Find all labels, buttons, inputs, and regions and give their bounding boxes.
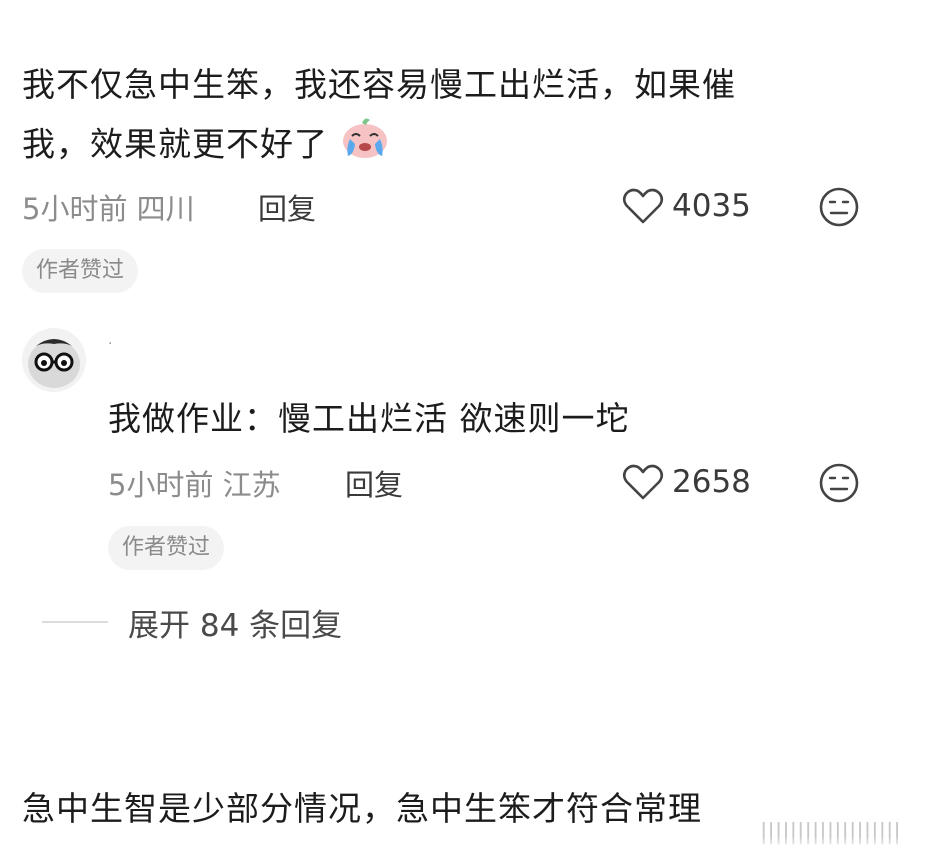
username[interactable]: · bbox=[108, 336, 112, 352]
neutral-face-icon bbox=[818, 463, 860, 508]
reply-text: 我做作业：慢工出烂活 欲速则一坨 bbox=[108, 399, 630, 438]
author-liked-badge: 作者赞过 bbox=[108, 526, 225, 570]
comment-text: 我不仅急中生笨，我还容易慢工出烂活，如果催 我，效果就更不好了 bbox=[22, 56, 902, 178]
comment-meta: 5小时前 四川 bbox=[22, 186, 195, 228]
author-liked-badge: 作者赞过 bbox=[22, 249, 139, 293]
comment-time: 5小时前 bbox=[22, 192, 128, 226]
like-count: 2658 bbox=[672, 464, 751, 500]
dislike-button[interactable] bbox=[818, 186, 860, 232]
comment-text-line-2-text: 我，效果就更不好了 bbox=[22, 124, 328, 164]
bottom-fade bbox=[0, 836, 930, 858]
heart-icon bbox=[622, 186, 664, 226]
comment-location: 四川 bbox=[136, 192, 195, 226]
reply-button[interactable]: 回复 bbox=[258, 186, 316, 228]
reply-meta: 5小时前 江苏 bbox=[108, 462, 281, 504]
reply-location: 江苏 bbox=[222, 468, 281, 502]
comment-text-line-2: 我，效果就更不好了 bbox=[22, 114, 902, 178]
crying-face-emoji-icon bbox=[340, 114, 390, 178]
heart-icon bbox=[622, 462, 664, 502]
like-button[interactable]: 2658 bbox=[622, 462, 751, 502]
avatar[interactable] bbox=[22, 328, 86, 392]
expand-replies-button[interactable]: 展开 84 条回复 bbox=[128, 600, 342, 645]
comment-text: 急中生智是少部分情况，急中生笨才符合常理 bbox=[22, 789, 702, 828]
expand-divider bbox=[42, 621, 108, 623]
reply-time: 5小时前 bbox=[108, 468, 214, 502]
like-button[interactable]: 4035 bbox=[622, 186, 751, 226]
comment-text-line-1: 我不仅急中生笨，我还容易慢工出烂活，如果催 bbox=[22, 65, 736, 104]
like-count: 4035 bbox=[672, 188, 751, 224]
reply-button[interactable]: 回复 bbox=[345, 462, 403, 504]
neutral-face-icon bbox=[818, 187, 860, 232]
dislike-button[interactable] bbox=[818, 462, 860, 508]
